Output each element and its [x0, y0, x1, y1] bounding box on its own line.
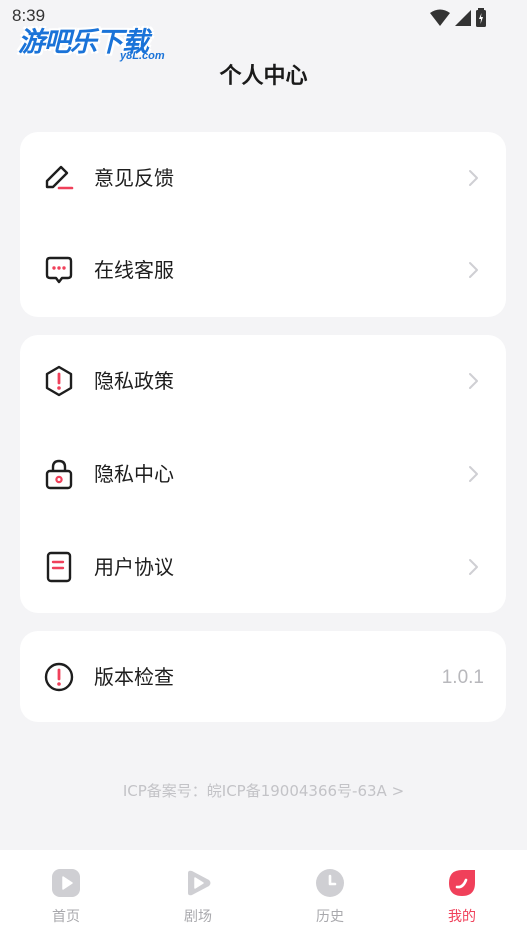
tab-profile[interactable]: 我的 — [396, 850, 527, 937]
chevron-right-icon — [469, 373, 478, 389]
settings-card-version: 版本检查 1.0.1 — [20, 631, 506, 722]
document-icon — [46, 551, 72, 583]
tab-label: 我的 — [448, 909, 476, 925]
menu-item-privacy-center[interactable]: 隐私中心 — [20, 428, 506, 520]
chat-bubble-icon — [45, 256, 73, 284]
version-value: 1.0.1 — [441, 667, 484, 688]
status-icons — [429, 8, 487, 28]
menu-item-user-agreement[interactable]: 用户协议 — [20, 521, 506, 613]
pencil-edit-icon — [45, 165, 74, 190]
settings-card-privacy: 隐私政策 隐私中心 用户协议 — [20, 335, 506, 613]
bottom-tab-bar: 首页 剧场 历史 我的 — [0, 850, 527, 937]
profile-icon — [449, 870, 475, 896]
menu-item-label: 在线客服 — [94, 258, 174, 282]
lock-icon — [45, 459, 73, 490]
tab-history[interactable]: 历史 — [264, 850, 396, 937]
tab-label: 历史 — [316, 909, 344, 925]
menu-item-label: 版本检查 — [94, 665, 174, 689]
home-play-icon — [52, 869, 80, 897]
chevron-right-icon — [469, 262, 478, 278]
menu-item-label: 隐私中心 — [94, 462, 174, 486]
menu-item-version-check[interactable]: 版本检查 1.0.1 — [20, 631, 506, 723]
alert-circle-icon — [44, 662, 74, 692]
tab-label: 剧场 — [184, 909, 212, 925]
menu-item-customer-service[interactable]: 在线客服 — [20, 224, 506, 316]
menu-item-label: 意见反馈 — [94, 166, 174, 190]
wifi-icon — [430, 9, 450, 26]
shield-alert-icon — [45, 365, 73, 397]
chevron-right-icon — [469, 466, 478, 482]
theater-play-icon — [188, 870, 211, 896]
tab-theater[interactable]: 剧场 — [132, 850, 264, 937]
tab-label: 首页 — [52, 909, 80, 925]
icp-record-link[interactable]: ICP备案号：皖ICP备19004366号-63A > — [0, 780, 527, 801]
chevron-right-icon — [469, 170, 478, 186]
settings-card-support: 意见反馈 在线客服 — [20, 132, 506, 317]
chevron-right-icon — [469, 559, 478, 575]
menu-item-feedback[interactable]: 意见反馈 — [20, 132, 506, 224]
menu-item-label: 用户协议 — [94, 555, 174, 579]
menu-item-privacy-policy[interactable]: 隐私政策 — [20, 335, 506, 427]
menu-item-label: 隐私政策 — [94, 369, 174, 393]
signal-icon — [455, 10, 471, 26]
clock-icon — [316, 869, 344, 897]
page-title: 个人中心 — [219, 64, 308, 89]
tab-home[interactable]: 首页 — [0, 850, 132, 937]
battery-icon — [476, 8, 486, 27]
